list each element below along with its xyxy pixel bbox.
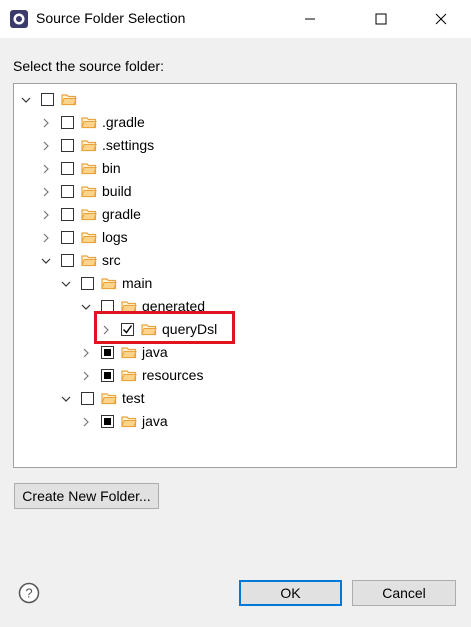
chevron-right-icon[interactable] [80,416,92,428]
tree-checkbox[interactable] [101,369,114,382]
tree-row[interactable]: .settings [14,135,454,157]
tree-checkbox[interactable] [101,415,114,428]
tree-item-label: .gradle [102,114,145,130]
tree-checkbox[interactable] [81,392,94,405]
chevron-down-icon[interactable] [20,94,32,106]
tree-row[interactable]: java [14,342,454,364]
tree-row[interactable]: java [14,411,454,433]
ok-button[interactable]: OK [239,580,342,606]
folder-icon [81,255,97,267]
tree-row[interactable]: bin [14,158,454,180]
tree-row[interactable]: resources [14,365,454,387]
tree-checkbox[interactable] [61,116,74,129]
tree-checkbox[interactable] [81,277,94,290]
chevron-right-icon[interactable] [40,209,52,221]
chevron-down-icon[interactable] [60,393,72,405]
tree-checkbox[interactable] [61,162,74,175]
folder-icon [101,278,117,290]
cancel-button[interactable]: Cancel [352,580,456,606]
svg-text:?: ? [25,586,32,601]
tree-row[interactable]: logs [14,227,454,249]
folder-icon [101,393,117,405]
chevron-right-icon[interactable] [40,186,52,198]
tree-item-label: resources [142,367,204,383]
tree-item-label: java [142,413,168,429]
folder-icon [121,347,137,359]
tree-row[interactable]: main [14,273,454,295]
tree-row[interactable]: build [14,181,454,203]
tree-checkbox[interactable] [41,93,54,106]
minimize-button[interactable] [287,0,333,38]
prompt-label: Select the source folder: [13,58,164,74]
tree-checkbox[interactable] [61,139,74,152]
help-icon[interactable]: ? [18,582,40,604]
folder-icon [81,232,97,244]
folder-icon [121,416,137,428]
tree-item-label: build [102,183,132,199]
chevron-right-icon[interactable] [40,140,52,152]
title-bar: Source Folder Selection [0,0,471,38]
tree-item-label: bin [102,160,121,176]
chevron-right-icon[interactable] [80,370,92,382]
tree-checkbox[interactable] [61,185,74,198]
tree-row[interactable]: test [14,388,454,410]
folder-icon [121,370,137,382]
tree-item-label: test [122,390,145,406]
chevron-down-icon[interactable] [40,255,52,267]
tree-item-label: logs [102,229,128,245]
folder-icon [81,117,97,129]
folder-icon [81,163,97,175]
chevron-down-icon[interactable] [60,278,72,290]
tree-row[interactable]: .gradle [14,112,454,134]
maximize-icon [375,13,387,25]
tree-row[interactable]: gradle [14,204,454,226]
tree-item-label: main [122,275,153,291]
window-title: Source Folder Selection [36,10,186,26]
tree-checkbox[interactable] [61,231,74,244]
tree-checkbox[interactable] [101,346,114,359]
folder-icon [81,186,97,198]
selection-highlight [62,91,246,108]
tree-checkbox[interactable] [61,254,74,267]
tree-checkbox[interactable] [61,208,74,221]
close-icon [435,13,447,25]
maximize-button[interactable] [358,0,404,38]
folder-icon [81,209,97,221]
folder-icon [81,140,97,152]
chevron-right-icon[interactable] [40,117,52,129]
create-new-folder-button[interactable]: Create New Folder... [14,483,159,509]
chevron-right-icon[interactable] [80,347,92,359]
tree-item-label: src [102,252,121,268]
tree-item-label: .settings [102,137,155,153]
chevron-right-icon[interactable] [40,232,52,244]
eclipse-app-icon [10,10,28,28]
folder-tree[interactable]: .gradle .settings bin build gradle logs src mai… [13,83,457,468]
project-folder-icon [61,94,77,106]
minimize-icon [305,18,315,20]
chevron-right-icon[interactable] [40,163,52,175]
tree-item-label: gradle [102,206,141,222]
tree-item-label: java [142,344,168,360]
close-button[interactable] [418,0,464,38]
tree-row[interactable] [14,89,454,111]
tree-row[interactable]: src [14,250,454,272]
highlight-box [94,311,235,344]
chevron-down-icon[interactable] [80,301,92,313]
